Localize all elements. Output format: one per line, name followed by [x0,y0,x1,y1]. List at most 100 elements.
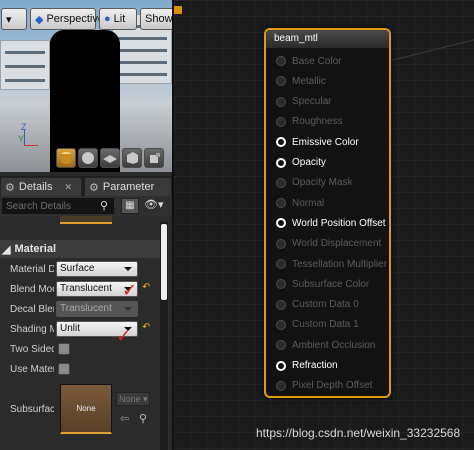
left-panel: ▾ ◆ Perspective ● Lit Show Z Y ⚙ Details… [0,0,172,450]
lit-button[interactable]: ● Lit [99,8,137,30]
scrollbar-thumb[interactable] [161,224,167,300]
input-pin-roughness[interactable]: Roughness [276,115,343,129]
pin-connector-icon[interactable] [276,279,286,290]
input-pin-subsurface-color[interactable]: Subsurface Color [276,277,369,291]
two-sided-checkbox[interactable] [58,343,70,355]
pin-connector-icon[interactable] [276,340,286,351]
perspective-label: Perspective [46,13,104,25]
pin-label: Subsurface Color [292,278,370,290]
input-pin-pixel-depth-offset[interactable]: Pixel Depth Offset [276,379,372,393]
input-pin-custom-data-0[interactable]: Custom Data 0 [276,298,359,312]
viewport-options-button[interactable]: ▾ [1,8,27,30]
use-selected-arrow-icon[interactable]: ⇦ [120,412,129,425]
property-blend-mode: Blend Mode Translucent ↶ ✓ [0,280,160,301]
cylinder-icon[interactable] [56,148,76,168]
pin-connector-icon[interactable] [276,380,286,391]
input-pin-refraction[interactable]: Refraction [276,359,338,373]
subsurface-profile-thumbnail[interactable]: None [60,384,112,434]
input-pin-emissive-color[interactable]: Emissive Color [276,135,359,149]
search-row: ⚲ ▦ 👁▾ [0,196,172,216]
pin-label: Emissive Color [292,136,359,148]
tab-parameter[interactable]: ⚙ Parameter [84,177,172,196]
pin-connector-icon[interactable] [276,157,286,168]
material-domain-dropdown[interactable]: Surface [56,261,138,277]
property-decal-blend-mode: Decal Blend Mode Translucent [0,300,160,320]
tab-details[interactable]: ⚙ Details ✕ [0,177,82,196]
pin-connector-icon[interactable] [276,360,286,371]
details-panel: ◢ Material Material Domain Surface Blend… [0,216,160,450]
material-result-node[interactable]: beam_mtl Base Color Metallic Specular Rough… [264,28,391,398]
preview-primitive-toolbar [56,148,164,170]
pin-label: Metallic [292,75,326,87]
plane-icon[interactable] [100,148,120,168]
input-pin-ambient-occlusion[interactable]: Ambient Occlusion [276,338,375,352]
collapse-arrow-icon: ◢ [2,243,11,256]
property-label: Two Sided [10,344,54,355]
close-icon[interactable]: ✕ [65,182,73,193]
browse-search-icon[interactable]: ⚲ [139,412,147,425]
details-icon: ⚙ [5,181,15,194]
use-material-attributes-checkbox[interactable] [58,363,70,375]
input-pin-base-color[interactable]: Base Color [276,54,341,68]
pin-connector-icon[interactable] [276,116,286,127]
sphere-icon[interactable] [78,148,98,168]
property-material-domain: Material Domain Surface [0,260,160,280]
input-pin-world-position-offset[interactable]: World Position Offset [276,216,386,230]
pin-connector-icon[interactable] [276,319,286,330]
cube-icon[interactable] [122,148,142,168]
eye-icon[interactable]: 👁▾ [144,198,164,211]
pin-connector-icon[interactable] [276,299,286,310]
pin-connector-icon[interactable] [276,198,286,209]
pin-label: Tessellation Multiplier [292,258,388,270]
watermark-text: https://blog.csdn.net/weixin_33232568 [256,426,461,440]
reset-to-default-icon[interactable]: ↶ [142,283,152,293]
search-input[interactable] [2,198,114,214]
pin-label: Normal [292,197,325,209]
property-shading-model: Shading Model Unlit ↶ ✓ [0,320,160,347]
property-label: Use Material Attributes [10,364,54,375]
pin-connector-icon[interactable] [276,96,286,107]
input-pin-opacity-mask[interactable]: Opacity Mask [276,176,353,190]
search-icon[interactable]: ⚲ [100,199,108,212]
input-pin-normal[interactable]: Normal [276,196,324,210]
input-pin-specular[interactable]: Specular [276,95,331,109]
reset-to-default-icon[interactable]: ↶ [142,323,152,333]
pin-connector-icon[interactable] [276,259,286,269]
subsurface-profile-dropdown[interactable]: None ▾ [116,392,150,406]
teapot-icon[interactable] [144,148,164,168]
pin-connector-icon[interactable] [276,238,286,249]
pin-label: Opacity [292,157,326,168]
input-pin-tessellation-multiplier[interactable]: Tessellation Multiplier [276,257,387,271]
pin-connector-icon[interactable] [276,137,286,148]
red-checkmark-annotation: ✓ [122,280,138,301]
pin-connector-icon[interactable] [276,177,286,188]
input-pin-opacity[interactable]: Opacity [276,156,326,170]
panel-tabs: ⚙ Details ✕ ⚙ Parameter [0,176,172,196]
grid-view-icon[interactable]: ▦ [121,198,139,214]
preview-viewport[interactable]: ▾ ◆ Perspective ● Lit Show Z Y [0,0,172,172]
property-label: Material Domain [10,264,54,275]
pin-label: Custom Data 0 [292,299,359,311]
pin-connector-icon[interactable] [276,218,286,229]
pin-label: World Displacement [292,238,382,250]
property-label: Subsurface Profile [10,404,54,415]
pin-connector-icon[interactable] [276,76,286,87]
input-pin-custom-data-1[interactable]: Custom Data 1 [276,318,359,332]
pin-label: Custom Data 1 [292,319,359,331]
pin-label: World Position Offset [292,217,386,229]
tab-parameter-label: Parameter [102,181,155,193]
pin-label: Ambient Occlusion [292,339,376,351]
menu-icon: ▾ [6,13,12,26]
show-button[interactable]: Show [140,8,172,30]
material-section-header[interactable]: ◢ Material [0,240,160,258]
pin-label: Base Color [292,55,342,67]
pin-connector-icon[interactable] [276,56,286,66]
decal-blend-mode-dropdown: Translucent [56,301,138,317]
perspective-button[interactable]: ◆ Perspective [30,8,104,30]
material-graph-canvas[interactable]: beam_mtl Base Color Metallic Specular Rough… [172,0,474,450]
input-pin-metallic[interactable]: Metallic [276,74,326,88]
details-scrollbar[interactable] [160,222,168,450]
thumbnail-label: None [76,404,96,413]
input-pin-world-displacement[interactable]: World Displacement [276,237,381,251]
pin-label: Refraction [292,360,338,371]
